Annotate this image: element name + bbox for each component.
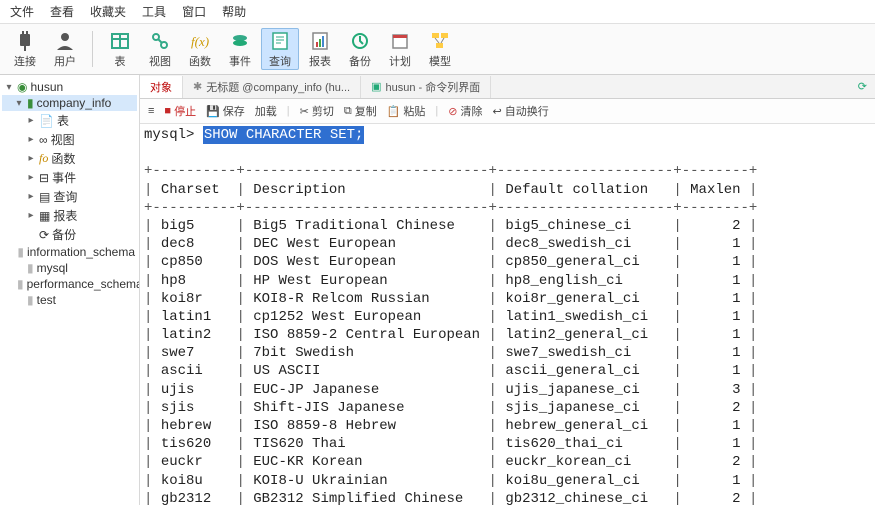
- tree-database[interactable]: ▾▮company_info: [2, 95, 137, 111]
- tab-query-untitled[interactable]: ✱无标题 @company_info (hu...: [183, 76, 361, 98]
- query-icon: [269, 30, 291, 52]
- database-icon: ▮: [27, 261, 34, 275]
- view-icon: [149, 30, 171, 52]
- tree-connection[interactable]: ▾◉husun: [2, 79, 137, 95]
- backup-label: 备份: [349, 53, 371, 69]
- backup-icon: ⟳: [39, 228, 49, 242]
- plan-button[interactable]: 计划: [381, 28, 419, 70]
- clear-button[interactable]: ⊘清除: [448, 103, 482, 119]
- tree-db-test[interactable]: ▮test: [2, 292, 137, 308]
- database-icon: ▮: [27, 293, 34, 307]
- backup-icon: [349, 30, 371, 52]
- function-icon: f(x): [189, 30, 211, 52]
- tab-cli[interactable]: ▣husun - 命令列界面: [361, 76, 491, 98]
- func-button[interactable]: f(x) 函数: [181, 28, 219, 70]
- tab-objects[interactable]: 对象: [140, 76, 183, 98]
- tree-backups[interactable]: ⟳备份: [2, 225, 137, 244]
- menu-view[interactable]: 查看: [50, 3, 74, 20]
- backup-button[interactable]: 备份: [341, 28, 379, 70]
- plan-icon: [389, 30, 411, 52]
- report-button[interactable]: 报表: [301, 28, 339, 70]
- refresh-icon[interactable]: ⟳: [850, 80, 875, 93]
- user-label: 用户: [54, 53, 76, 69]
- report-label: 报表: [309, 53, 331, 69]
- table-label: 表: [115, 53, 126, 69]
- database-icon: ▮: [27, 96, 34, 110]
- connection-tree[interactable]: ▾◉husun ▾▮company_info ▸📄表 ▸∞视图 ▸fo函数 ▸⊟…: [0, 75, 140, 505]
- save-icon: 💾: [206, 105, 220, 118]
- wrap-icon: ↩: [493, 105, 502, 118]
- load-button[interactable]: 加载: [255, 103, 277, 119]
- user-button[interactable]: 用户: [46, 28, 84, 70]
- menubar: 文件 查看 收藏夹 工具 窗口 帮助: [0, 0, 875, 24]
- tree-tables[interactable]: ▸📄表: [2, 111, 137, 130]
- view-button[interactable]: 视图: [141, 28, 179, 70]
- report-icon: [309, 30, 331, 52]
- view-label: 视图: [149, 53, 171, 69]
- menu-help[interactable]: 帮助: [222, 3, 246, 20]
- clear-icon: ⊘: [448, 105, 457, 118]
- stop-button[interactable]: ■停止: [164, 103, 196, 119]
- database-icon: ▮: [17, 245, 24, 259]
- tree-db-info[interactable]: ▮information_schema: [2, 244, 137, 260]
- user-icon: [54, 30, 76, 52]
- save-button[interactable]: 💾保存: [206, 103, 245, 119]
- database-icon: ▮: [17, 277, 24, 291]
- tree-funcs[interactable]: ▸fo函数: [2, 149, 137, 168]
- cut-icon: ✂: [300, 105, 309, 118]
- connect-button[interactable]: 连接: [6, 28, 44, 70]
- connect-label: 连接: [14, 53, 36, 69]
- table-button[interactable]: 表: [101, 28, 139, 70]
- tree-db-mysql[interactable]: ▮mysql: [2, 260, 137, 276]
- plug-icon: [14, 30, 36, 52]
- query-button[interactable]: 查询: [261, 28, 299, 70]
- view-icon: ∞: [39, 133, 48, 147]
- menu-window[interactable]: 窗口: [182, 3, 206, 20]
- tree-events[interactable]: ▸⊟事件: [2, 168, 137, 187]
- console-toolbar: ≡ ■停止 💾保存 加载 | ✂剪切 ⧉复制 📋粘贴 | ⊘清除 ↩自动换行: [140, 99, 875, 124]
- model-label: 模型: [429, 53, 451, 69]
- menu-tools[interactable]: 工具: [142, 3, 166, 20]
- menu-toggle[interactable]: ≡: [148, 105, 154, 117]
- func-label: 函数: [189, 53, 211, 69]
- doc-icon: ✱: [193, 80, 202, 93]
- report-icon: ▦: [39, 209, 50, 223]
- function-icon: fo: [39, 151, 48, 166]
- terminal-icon: ▣: [371, 80, 381, 93]
- paste-button[interactable]: 📋粘贴: [387, 103, 426, 119]
- svg-text:f(x): f(x): [191, 34, 209, 49]
- copy-icon: ⧉: [344, 105, 352, 118]
- event-label: 事件: [229, 53, 251, 69]
- menu-file[interactable]: 文件: [10, 3, 34, 20]
- copy-button[interactable]: ⧉复制: [344, 103, 377, 119]
- stop-icon: ■: [164, 105, 171, 117]
- model-icon: [429, 30, 451, 52]
- menu-fav[interactable]: 收藏夹: [90, 3, 126, 20]
- table-icon: [109, 30, 131, 52]
- separator: [92, 31, 93, 67]
- event-icon: [229, 30, 251, 52]
- plan-label: 计划: [389, 53, 411, 69]
- tree-queries[interactable]: ▸▤查询: [2, 187, 137, 206]
- query-label: 查询: [269, 53, 291, 69]
- tree-reports[interactable]: ▸▦报表: [2, 206, 137, 225]
- connection-icon: ◉: [17, 80, 27, 94]
- tree-db-perf[interactable]: ▮performance_schema: [2, 276, 137, 292]
- tab-bar: 对象 ✱无标题 @company_info (hu... ▣husun - 命令…: [140, 75, 875, 99]
- main-toolbar: 连接 用户 表 视图 f(x) 函数 事件 查询 报表 备份 计划 模型: [0, 24, 875, 75]
- model-button[interactable]: 模型: [421, 28, 459, 70]
- table-icon: 📄: [39, 114, 54, 128]
- cut-button[interactable]: ✂剪切: [300, 103, 334, 119]
- query-icon: ▤: [39, 190, 50, 204]
- sql-console[interactable]: mysql> SHOW CHARACTER SET; +----------+-…: [140, 124, 875, 505]
- content-area: 对象 ✱无标题 @company_info (hu... ▣husun - 命令…: [140, 75, 875, 505]
- event-icon: ⊟: [39, 171, 49, 185]
- event-button[interactable]: 事件: [221, 28, 259, 70]
- tree-views[interactable]: ▸∞视图: [2, 130, 137, 149]
- paste-icon: 📋: [387, 105, 401, 118]
- autowrap-toggle[interactable]: ↩自动换行: [493, 103, 549, 119]
